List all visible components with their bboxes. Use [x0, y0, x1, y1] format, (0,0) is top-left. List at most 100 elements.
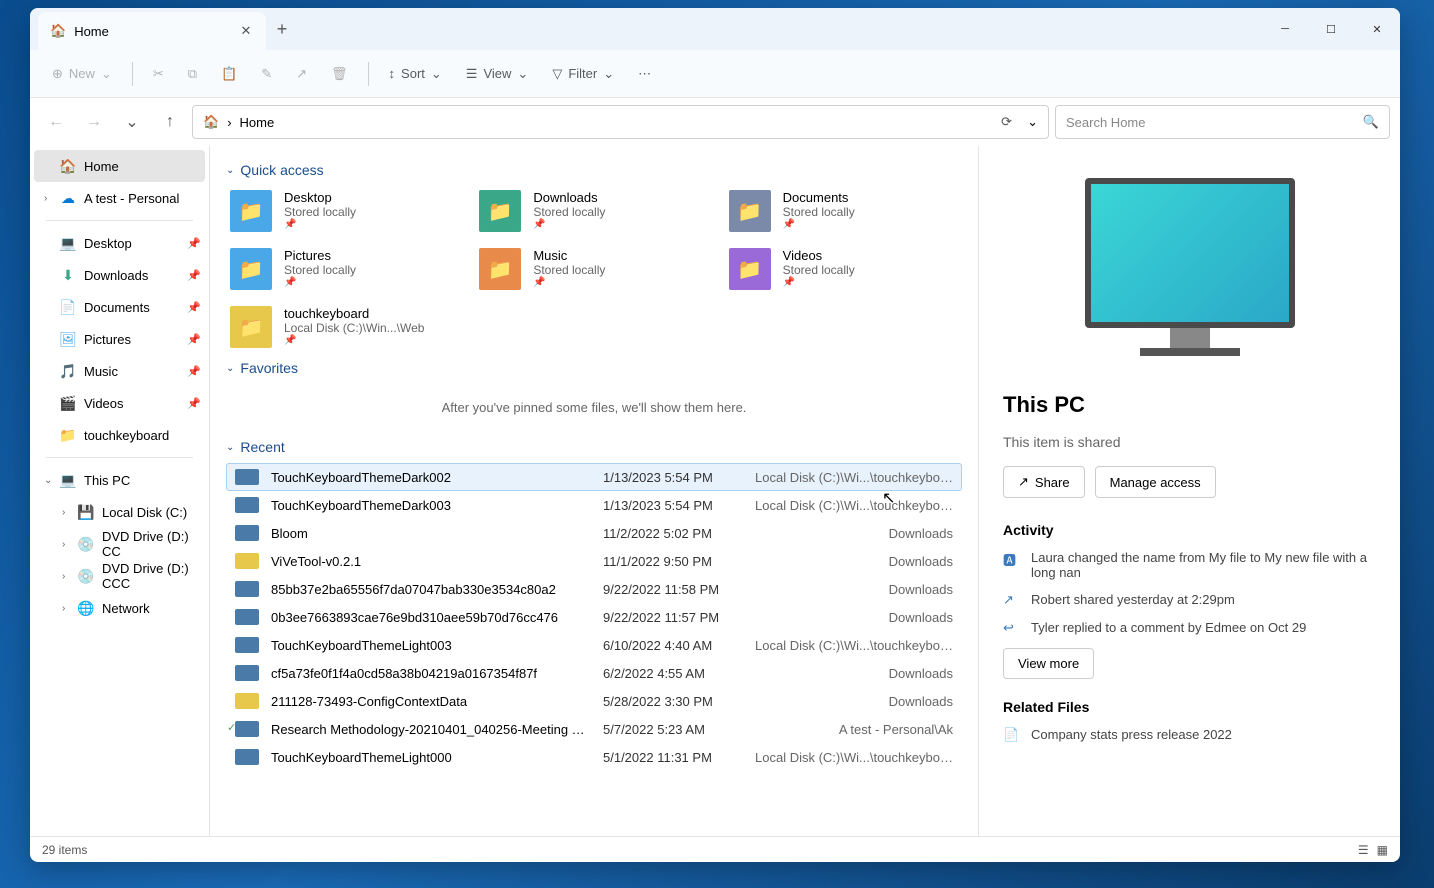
- chevron-icon[interactable]: ›: [62, 507, 65, 518]
- view-button[interactable]: ☰View⌄: [456, 60, 539, 88]
- chevron-down-icon: ⌄: [226, 442, 234, 453]
- chevron-icon[interactable]: ›: [62, 603, 65, 614]
- recent-file-row[interactable]: ✓Research Methodology-20210401_040256-Me…: [226, 715, 962, 743]
- tab-home[interactable]: 🏠 Home ✕: [38, 12, 266, 50]
- share-button[interactable]: ↗Share: [1003, 466, 1085, 498]
- chevron-icon[interactable]: ⌄: [44, 475, 52, 486]
- recent-file-row[interactable]: 85bb37e2ba65556f7da07047bab330e3534c80a2…: [226, 575, 962, 603]
- sidebar-drive[interactable]: ›💿DVD Drive (D:) CCC: [30, 560, 209, 592]
- rename-button[interactable]: ✎: [251, 60, 282, 88]
- folder-icon: 📁: [230, 190, 272, 232]
- refresh-button[interactable]: ⟳: [1001, 114, 1012, 130]
- forward-button[interactable]: →: [78, 106, 110, 138]
- sidebar-drive[interactable]: ›💾Local Disk (C:): [30, 496, 209, 528]
- paste-button[interactable]: 📋: [211, 60, 247, 88]
- close-tab-button[interactable]: ✕: [238, 23, 254, 39]
- chevron-icon[interactable]: ›: [44, 193, 47, 204]
- more-button[interactable]: ⋯: [628, 60, 661, 88]
- file-date: 11/1/2022 9:50 PM: [603, 554, 743, 569]
- file-name: 85bb37e2ba65556f7da07047bab330e3534c80a2: [271, 582, 591, 597]
- file-name: 0b3ee7663893cae76e9bd310aee59b70d76cc476: [271, 610, 591, 625]
- chevron-down-icon: ⌄: [226, 165, 234, 176]
- sidebar-item-desktop[interactable]: 💻Desktop📌: [30, 227, 209, 259]
- section-quick-access[interactable]: ⌄Quick access: [226, 162, 962, 178]
- related-file-item[interactable]: 📄 Company stats press release 2022: [1003, 727, 1376, 743]
- filter-button[interactable]: ▽Filter⌄: [542, 60, 624, 88]
- drive-icon: 🌐: [78, 600, 94, 616]
- recent-file-row[interactable]: TouchKeyboardThemeDark0021/13/2023 5:54 …: [226, 463, 962, 491]
- sidebar-item-music[interactable]: 🎵Music📌: [30, 355, 209, 387]
- search-icon: 🔍: [1363, 114, 1379, 130]
- recent-file-row[interactable]: cf5a73fe0f1f4a0cd58a38b04219a0167354f87f…: [226, 659, 962, 687]
- quick-access-pictures[interactable]: 📁PicturesStored locally📌: [226, 244, 463, 294]
- manage-access-button[interactable]: Manage access: [1095, 466, 1216, 498]
- file-path: Local Disk (C:)\Wi...\touchkeyboard: [755, 638, 953, 653]
- sidebar-item-touchkeyboard[interactable]: 📁touchkeyboard: [30, 419, 209, 451]
- view-more-button[interactable]: View more: [1003, 648, 1094, 679]
- folder-icon: 🎵: [60, 363, 76, 379]
- drive-icon: 💿: [78, 536, 94, 552]
- sidebar-item-videos[interactable]: 🎬Videos📌: [30, 387, 209, 419]
- back-button[interactable]: ←: [40, 106, 72, 138]
- cut-button[interactable]: ✂: [143, 60, 174, 88]
- file-name: cf5a73fe0f1f4a0cd58a38b04219a0167354f87f: [271, 666, 591, 681]
- up-button[interactable]: ↑: [154, 106, 186, 138]
- share-button[interactable]: ↗: [286, 60, 317, 88]
- statusbar: 29 items ☰ ▦: [30, 836, 1400, 862]
- sidebar-drive[interactable]: ›💿DVD Drive (D:) CC: [30, 528, 209, 560]
- copy-button[interactable]: ⧉: [178, 60, 207, 88]
- recent-file-row[interactable]: Bloom11/2/2022 5:02 PMDownloads: [226, 519, 962, 547]
- recent-file-row[interactable]: ViVeTool-v0.2.111/1/2022 9:50 PMDownload…: [226, 547, 962, 575]
- chevron-icon[interactable]: ›: [62, 539, 65, 550]
- sidebar-item-documents[interactable]: 📄Documents📌: [30, 291, 209, 323]
- sidebar-home[interactable]: 🏠Home: [34, 150, 205, 182]
- file-name: ViVeTool-v0.2.1: [271, 554, 591, 569]
- file-icon: [235, 553, 259, 569]
- quick-access-touchkeyboard[interactable]: 📁touchkeyboardLocal Disk (C:)\Win...\Web…: [226, 302, 463, 352]
- sort-button[interactable]: ↕Sort⌄: [379, 60, 452, 88]
- recent-dropdown[interactable]: ⌄: [116, 106, 148, 138]
- recent-file-row[interactable]: TouchKeyboardThemeLight0036/10/2022 4:40…: [226, 631, 962, 659]
- pin-icon: 📌: [187, 333, 201, 346]
- delete-button[interactable]: 🗑: [321, 60, 358, 88]
- quick-access-desktop[interactable]: 📁DesktopStored locally📌: [226, 186, 463, 236]
- sidebar-item-pictures[interactable]: 🖼Pictures📌: [30, 323, 209, 355]
- filter-icon: ▽: [552, 66, 562, 82]
- sidebar-drive[interactable]: ›🌐Network: [30, 592, 209, 624]
- file-explorer-window: 🏠 Home ✕ + ─ ☐ ✕ ⊕New⌄ ✂ ⧉ 📋 ✎ ↗ 🗑 ↕Sort…: [30, 8, 1400, 862]
- file-path: Local Disk (C:)\Wi...\touchkeyboard: [755, 750, 953, 765]
- breadcrumb-home[interactable]: Home: [240, 115, 275, 130]
- quick-access-music[interactable]: 📁MusicStored locally📌: [475, 244, 712, 294]
- address-bar[interactable]: 🏠 › Home ⌄ ⟳: [192, 105, 1049, 139]
- recent-file-row[interactable]: 211128-73493-ConfigContextData5/28/2022 …: [226, 687, 962, 715]
- activity-item: ↩Tyler replied to a comment by Edmee on …: [1003, 620, 1376, 636]
- chevron-icon[interactable]: ›: [62, 571, 65, 582]
- quick-access-videos[interactable]: 📁VideosStored locally📌: [725, 244, 962, 294]
- recent-file-row[interactable]: 0b3ee7663893cae76e9bd310aee59b70d76cc476…: [226, 603, 962, 631]
- file-icon: [235, 749, 259, 765]
- sidebar-item-downloads[interactable]: ⬇Downloads📌: [30, 259, 209, 291]
- sidebar-atest[interactable]: ›☁A test - Personal: [30, 182, 209, 214]
- thumbnails-view-icon[interactable]: ▦: [1377, 843, 1388, 857]
- sidebar-thispc[interactable]: ⌄💻This PC: [30, 464, 209, 496]
- maximize-button[interactable]: ☐: [1308, 13, 1354, 45]
- recent-file-row[interactable]: TouchKeyboardThemeDark0031/13/2023 5:54 …: [226, 491, 962, 519]
- quick-access-documents[interactable]: 📁DocumentsStored locally📌: [725, 186, 962, 236]
- main-content: ⌄Quick access 📁DesktopStored locally📌📁Do…: [210, 146, 978, 836]
- file-date: 6/2/2022 4:55 AM: [603, 666, 743, 681]
- file-name: TouchKeyboardThemeLight000: [271, 750, 591, 765]
- quick-access-downloads[interactable]: 📁DownloadsStored locally📌: [475, 186, 712, 236]
- new-button[interactable]: ⊕New⌄: [42, 60, 122, 88]
- file-date: 1/13/2023 5:54 PM: [603, 498, 743, 513]
- section-recent[interactable]: ⌄Recent: [226, 439, 962, 455]
- minimize-button[interactable]: ─: [1262, 13, 1308, 45]
- chevron-down-icon[interactable]: ⌄: [1027, 114, 1038, 130]
- section-favorites[interactable]: ⌄Favorites: [226, 360, 962, 376]
- breadcrumb-sep: ›: [227, 115, 231, 130]
- search-input[interactable]: Search Home 🔍: [1055, 105, 1390, 139]
- close-window-button[interactable]: ✕: [1354, 13, 1400, 45]
- details-view-icon[interactable]: ☰: [1358, 843, 1369, 857]
- new-tab-button[interactable]: +: [266, 19, 298, 40]
- recent-file-row[interactable]: TouchKeyboardThemeLight0005/1/2022 11:31…: [226, 743, 962, 771]
- folder-icon: 📁: [479, 248, 521, 290]
